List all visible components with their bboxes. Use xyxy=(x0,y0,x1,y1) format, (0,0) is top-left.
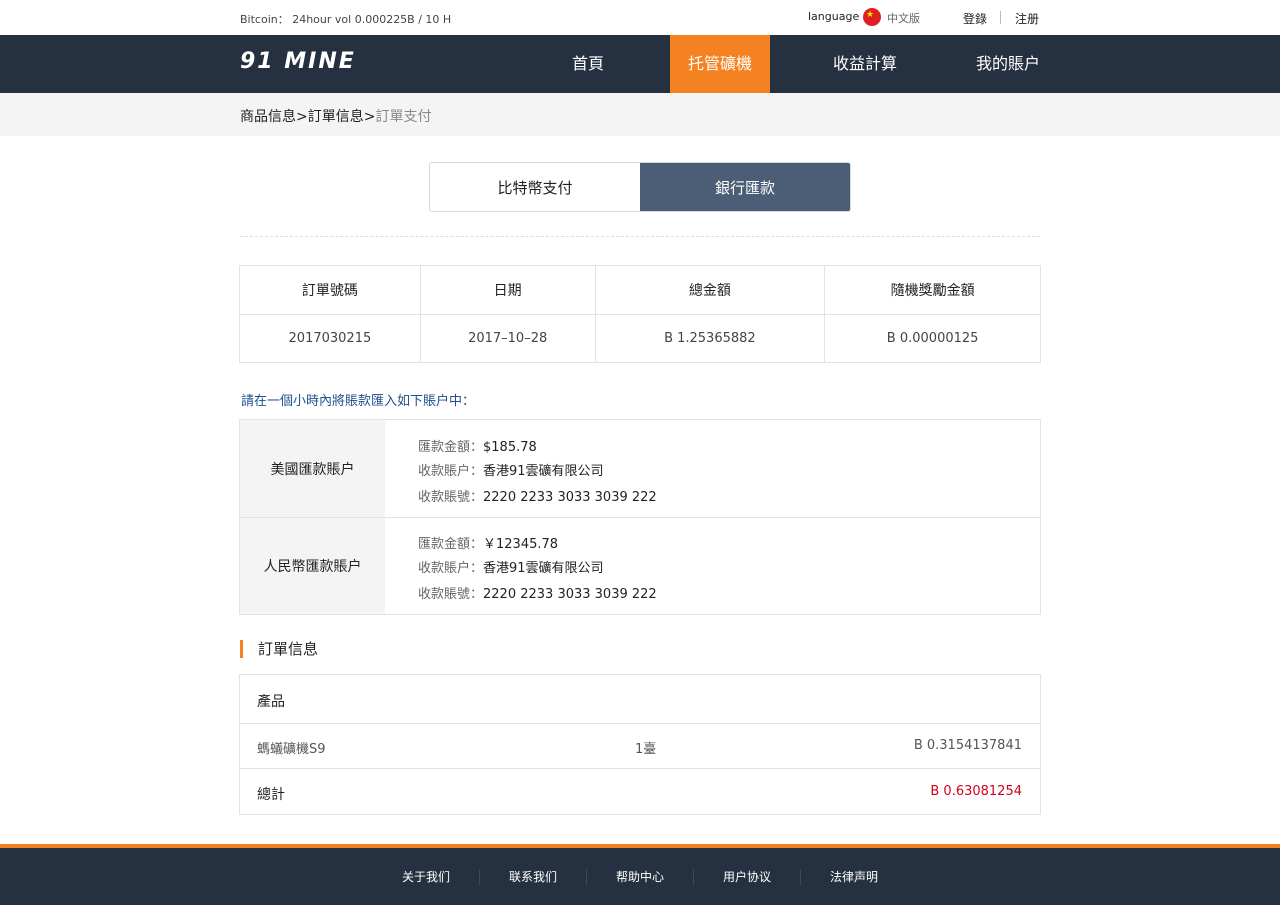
payee-line: 收款賬户：香港91雲礦有限公司 xyxy=(418,557,604,576)
payee-key: 收款賬户： xyxy=(418,464,484,479)
order-info-table: 產品 螞蟻礦機S9 1臺 B 0.3154137841 總計 B 0.63081… xyxy=(239,674,1041,815)
col-order-number: 訂單號碼 xyxy=(239,265,421,315)
account-number-key: 收款賬號： xyxy=(418,587,484,602)
order-total: B 1.25365882 xyxy=(594,314,826,363)
account-number-line: 收款賬號：2220 2233 3033 3039 222 xyxy=(418,583,657,602)
footer-link-terms[interactable]: 用户协议 xyxy=(694,868,800,885)
product-header: 產品 xyxy=(257,694,285,710)
china-flag-icon[interactable]: ★ xyxy=(863,8,881,26)
footer: 关于我们 联系我们 帮助中心 用户协议 法律声明 xyxy=(0,844,1280,905)
total-label: 總計 xyxy=(257,787,285,803)
nav-home[interactable]: 首頁 xyxy=(548,35,628,93)
account-cny: 人民幣匯款賬户 匯款金額：￥12345.78 收款賬户：香港91雲礦有限公司 收… xyxy=(240,517,1040,614)
footer-links: 关于我们 联系我们 帮助中心 用户协议 法律声明 xyxy=(0,848,1280,905)
account-number-key: 收款賬號： xyxy=(418,490,484,505)
footer-link-contact[interactable]: 联系我们 xyxy=(480,868,586,885)
order-info-header-row: 產品 xyxy=(240,675,1040,723)
amount-value: ￥12345.78 xyxy=(483,537,559,552)
footer-link-about[interactable]: 关于我们 xyxy=(373,868,479,885)
tab-bitcoin-payment[interactable]: 比特幣支付 xyxy=(430,163,640,211)
footer-link-help[interactable]: 帮助中心 xyxy=(587,868,693,885)
product-name: 螞蟻礦機S9 xyxy=(257,742,326,757)
order-info-title: 訂單信息 xyxy=(240,640,318,658)
amount-line: 匯款金額：￥12345.78 xyxy=(418,533,558,552)
order-date: 2017–10–28 xyxy=(419,314,596,363)
language-selector[interactable]: 中文版 xyxy=(887,10,920,26)
amount-value: $185.78 xyxy=(483,440,537,455)
login-link[interactable]: 登錄 xyxy=(963,10,987,27)
order-bonus: B 0.00000125 xyxy=(824,314,1041,363)
breadcrumb-separator: > xyxy=(296,109,308,125)
account-label: 人民幣匯款賬户 xyxy=(240,518,385,614)
breadcrumb-order-info[interactable]: 訂單信息 xyxy=(308,109,364,125)
col-bonus-amount: 隨機獎勵金額 xyxy=(824,265,1041,315)
breadcrumb-separator: > xyxy=(363,109,376,125)
main-nav: 91 MINE 首頁 托管礦機 收益計算 我的賬户 xyxy=(0,35,1280,93)
payee-key: 收款賬户： xyxy=(418,561,484,576)
table-row: 2017030215 2017–10–28 B 1.25365882 B 0.0… xyxy=(239,314,1041,363)
total-row: 總計 B 0.63081254 xyxy=(240,768,1040,814)
col-date: 日期 xyxy=(419,265,596,315)
table-header-row: 訂單號碼 日期 總金額 隨機獎勵金額 xyxy=(239,265,1041,315)
breadcrumb-bar: 商品信息>訂單信息>訂單支付 xyxy=(0,93,1280,136)
breadcrumb: 商品信息>訂單信息>訂單支付 xyxy=(240,106,431,126)
account-label: 美國匯款賬户 xyxy=(240,420,385,517)
breadcrumb-product-info[interactable]: 商品信息 xyxy=(240,109,296,125)
amount-key: 匯款金額： xyxy=(418,440,484,455)
account-number-value: 2220 2233 3033 3039 222 xyxy=(483,587,657,602)
dashed-divider xyxy=(240,236,1040,237)
footer-link-legal[interactable]: 法律声明 xyxy=(801,868,907,885)
amount-line: 匯款金額：$185.78 xyxy=(418,436,537,455)
col-total-amount: 總金額 xyxy=(594,265,826,315)
order-number: 2017030215 xyxy=(239,314,421,363)
site-logo[interactable]: 91 MINE xyxy=(240,49,356,74)
transfer-notice: 請在一個小時內將賬款匯入如下賬户中： xyxy=(241,394,476,409)
tab-bank-transfer[interactable]: 銀行匯款 xyxy=(640,163,850,211)
product-price: B 0.3154137841 xyxy=(913,738,1022,753)
nav-my-account[interactable]: 我的賬户 xyxy=(958,35,1058,93)
product-quantity: 1臺 xyxy=(635,742,657,757)
payee-line: 收款賬户：香港91雲礦有限公司 xyxy=(418,460,604,479)
payee-value: 香港91雲礦有限公司 xyxy=(483,464,604,479)
amount-key: 匯款金額： xyxy=(418,537,484,552)
account-number-line: 收款賬號：2220 2233 3033 3039 222 xyxy=(418,486,657,505)
nav-hosted-miners[interactable]: 托管礦機 xyxy=(670,35,770,93)
breadcrumb-current: 訂單支付 xyxy=(375,109,432,125)
bank-accounts-panel: 美國匯款賬户 匯款金額：$185.78 收款賬户：香港91雲礦有限公司 收款賬號… xyxy=(239,419,1041,615)
order-summary-table: 訂單號碼 日期 總金額 隨機獎勵金額 2017030215 2017–10–28… xyxy=(239,265,1041,363)
account-usd: 美國匯款賬户 匯款金額：$185.78 收款賬户：香港91雲礦有限公司 收款賬號… xyxy=(240,420,1040,517)
nav-profit-calculator[interactable]: 收益計算 xyxy=(815,35,915,93)
top-info-bar: Bitcoin： 24hour vol 0.000225B / 10 H lan… xyxy=(0,0,1280,35)
total-value: B 0.63081254 xyxy=(930,784,1022,799)
payment-method-tabs: 比特幣支付 銀行匯款 xyxy=(429,162,851,212)
top-divider xyxy=(1000,11,1001,24)
payee-value: 香港91雲礦有限公司 xyxy=(483,561,604,576)
bitcoin-ticker: Bitcoin： 24hour vol 0.000225B / 10 H xyxy=(240,13,452,26)
account-number-value: 2220 2233 3033 3039 222 xyxy=(483,490,657,505)
table-row: 螞蟻礦機S9 1臺 B 0.3154137841 xyxy=(240,723,1040,768)
language-label: language xyxy=(808,10,860,23)
register-link[interactable]: 注册 xyxy=(1015,10,1039,27)
